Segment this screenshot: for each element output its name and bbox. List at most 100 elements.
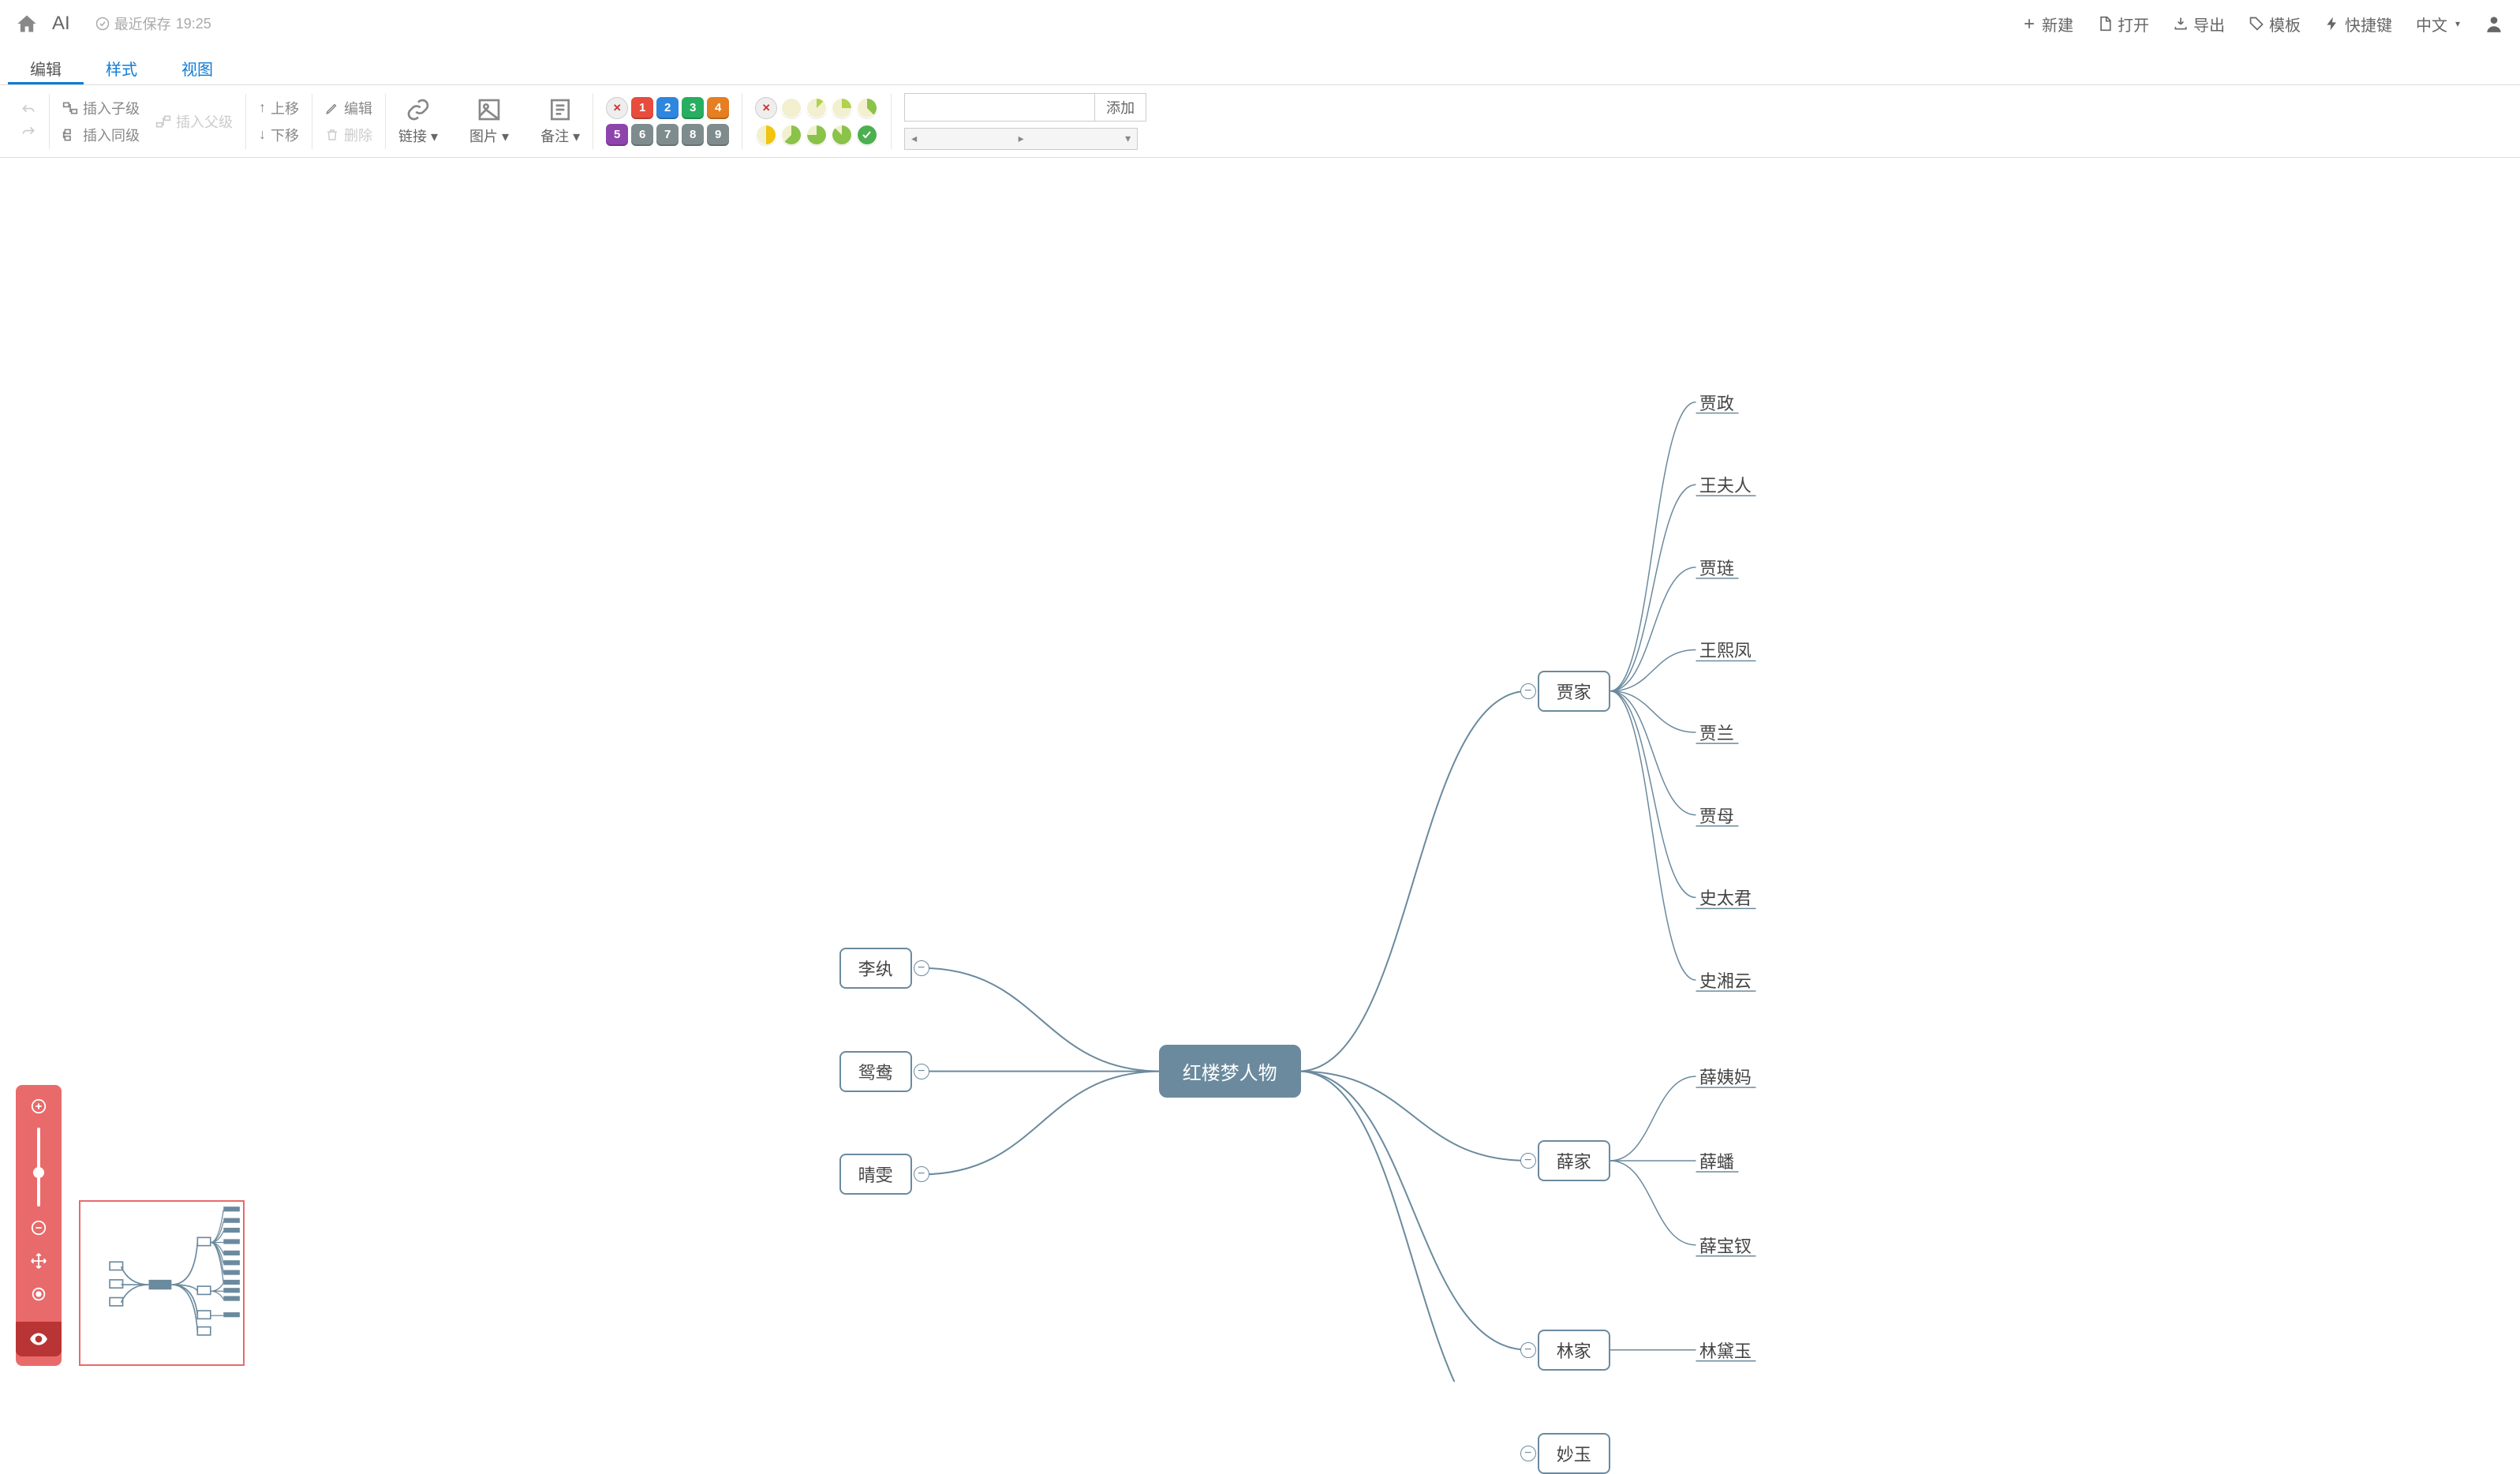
collapse-branch-1[interactable]: −	[1520, 1153, 1536, 1169]
priority-2[interactable]: 2	[656, 97, 679, 119]
mindmap-leaf-0-1[interactable]: 王夫人	[1699, 469, 1752, 500]
mindmap-branch-1[interactable]: 薛家	[1538, 1140, 1610, 1181]
header: AI 最近保存 19:25 新建 打开 导出 模板 快捷键 中文▾	[0, 0, 2520, 47]
mindmap-branch-0[interactable]: 贾家	[1538, 671, 1610, 712]
insert-child-button[interactable]: 插入子级	[62, 98, 140, 118]
language-button[interactable]: 中文▾	[2416, 13, 2460, 36]
priority-8[interactable]: 8	[682, 124, 704, 146]
mindmap-leaf-0-6[interactable]: 史太君	[1699, 881, 1752, 913]
template-button[interactable]: 模板	[2249, 13, 2301, 36]
mindmap-root[interactable]: 红楼梦人物	[1159, 1045, 1301, 1098]
priority-9[interactable]: 9	[707, 124, 729, 146]
mindmap-leaf-0-7[interactable]: 史湘云	[1699, 964, 1752, 996]
insert-parent-button[interactable]: 插入父级	[155, 111, 233, 132]
edit-button[interactable]: 编辑	[325, 98, 372, 118]
progress-7[interactable]	[831, 124, 853, 146]
progress-8[interactable]	[856, 124, 878, 146]
mindmap-branch-3[interactable]: 妙玉	[1538, 1433, 1610, 1474]
move-up-button[interactable]: ↑上移	[259, 98, 299, 118]
move-down-button[interactable]: ↓下移	[259, 125, 299, 145]
mindmap-leaf-1-2[interactable]: 薛宝钗	[1699, 1229, 1752, 1261]
add-tag-button[interactable]: 添加	[1094, 94, 1146, 121]
mindmap-branch-2[interactable]: 林家	[1538, 1330, 1610, 1371]
mindmap-left-2[interactable]: 晴雯	[839, 1154, 912, 1195]
scroll-right[interactable]: ▸	[1012, 132, 1030, 145]
mindmap-leaf-2-0[interactable]: 林黛玉	[1699, 1334, 1752, 1366]
delete-button[interactable]: 删除	[325, 125, 372, 145]
zoom-in-button[interactable]	[27, 1094, 50, 1118]
mindmap-leaf-0-3[interactable]: 王熙凤	[1699, 634, 1752, 665]
new-button[interactable]: 新建	[2021, 13, 2073, 36]
mindmap-left-1[interactable]: 鸳鸯	[839, 1051, 912, 1092]
progress-1[interactable]	[806, 97, 828, 119]
progress-2[interactable]	[831, 97, 853, 119]
priority-5[interactable]: 5	[606, 124, 628, 146]
tab-style[interactable]: 样式	[84, 47, 159, 84]
shortcut-button[interactable]: 快捷键	[2324, 13, 2392, 36]
scroll-left[interactable]: ◂	[905, 132, 923, 145]
progress-5[interactable]	[780, 124, 802, 146]
link-icon	[406, 97, 431, 122]
priority-7[interactable]: 7	[656, 124, 679, 146]
center-button[interactable]	[27, 1282, 50, 1306]
mindmap-left-0[interactable]: 李纨	[839, 948, 912, 989]
zoom-out-button[interactable]	[27, 1216, 50, 1240]
plus-icon	[2021, 16, 2037, 32]
collapse-left-1[interactable]: −	[914, 1064, 929, 1079]
priority-3[interactable]: 3	[682, 97, 704, 119]
insert-sibling-button[interactable]: 插入同级	[62, 125, 140, 145]
tab-edit[interactable]: 编辑	[8, 47, 84, 84]
priority-6[interactable]: 6	[631, 124, 653, 146]
bolt-icon	[2324, 16, 2340, 32]
priority-clear[interactable]: ✕	[606, 97, 628, 119]
collapse-left-2[interactable]: −	[914, 1166, 929, 1182]
link-button[interactable]: 链接 ▾	[398, 97, 438, 146]
move-icon	[30, 1252, 47, 1270]
progress-3[interactable]	[856, 97, 878, 119]
open-button[interactable]: 打开	[2097, 13, 2149, 36]
mindmap-leaf-1-1[interactable]: 薛蟠	[1699, 1145, 1734, 1177]
collapse-left-0[interactable]: −	[914, 960, 929, 976]
collapse-branch-2[interactable]: −	[1520, 1342, 1536, 1358]
mindmap-leaf-0-0[interactable]: 贾政	[1699, 387, 1734, 418]
tab-view[interactable]: 视图	[159, 47, 235, 84]
tag-scroll: ◂ ▸ ▾	[904, 128, 1138, 150]
priority-4[interactable]: 4	[707, 97, 729, 119]
redo-button[interactable]	[21, 125, 36, 140]
check-circle-icon	[95, 17, 110, 31]
undo-button[interactable]	[21, 103, 36, 118]
file-icon	[2097, 16, 2113, 32]
mindmap-leaf-0-5[interactable]: 贾母	[1699, 799, 1734, 831]
progress-6[interactable]	[806, 124, 828, 146]
progress-clear[interactable]: ✕	[755, 97, 777, 119]
tag-input[interactable]	[905, 94, 1094, 121]
zoom-slider[interactable]	[37, 1128, 40, 1207]
mindmap-leaf-0-4[interactable]: 贾兰	[1699, 716, 1734, 748]
progress-0[interactable]	[780, 97, 802, 119]
mindmap-leaf-0-2[interactable]: 贾琏	[1699, 552, 1734, 583]
document-title: AI	[52, 13, 70, 35]
toolbar: 插入子级 插入同级 插入父级 ↑上移 ↓下移 编辑 删除 链接 ▾ 图片 ▾ 备…	[0, 85, 2520, 158]
note-button[interactable]: 备注 ▾	[540, 97, 580, 146]
scroll-dropdown[interactable]: ▾	[1119, 132, 1137, 145]
save-status: 最近保存 19:25	[95, 13, 211, 34]
progress-4[interactable]	[755, 124, 777, 146]
zoom-handle[interactable]	[33, 1167, 44, 1178]
collapse-branch-0[interactable]: −	[1520, 683, 1536, 699]
minimap[interactable]	[79, 1200, 245, 1366]
mindmap-leaf-1-0[interactable]: 薛姨妈	[1699, 1061, 1752, 1092]
export-button[interactable]: 导出	[2173, 13, 2225, 36]
home-icon[interactable]	[16, 13, 38, 35]
priority-1[interactable]: 1	[631, 97, 653, 119]
pan-button[interactable]	[27, 1249, 50, 1273]
canvas[interactable]: 红楼梦人物李纨−鸳鸯−晴雯−贾家−贾政王夫人贾琏王熙凤贾兰贾母史太君史湘云薛家−…	[0, 158, 2520, 1382]
pencil-icon	[325, 101, 339, 115]
image-button[interactable]: 图片 ▾	[469, 97, 509, 146]
toggle-minimap-button[interactable]	[16, 1322, 62, 1356]
note-icon	[548, 97, 573, 122]
image-icon	[477, 97, 502, 122]
collapse-branch-3[interactable]: −	[1520, 1446, 1536, 1461]
mindmap-svg	[0, 158, 2520, 1382]
user-icon[interactable]	[2484, 13, 2504, 34]
parent-icon	[155, 114, 171, 129]
